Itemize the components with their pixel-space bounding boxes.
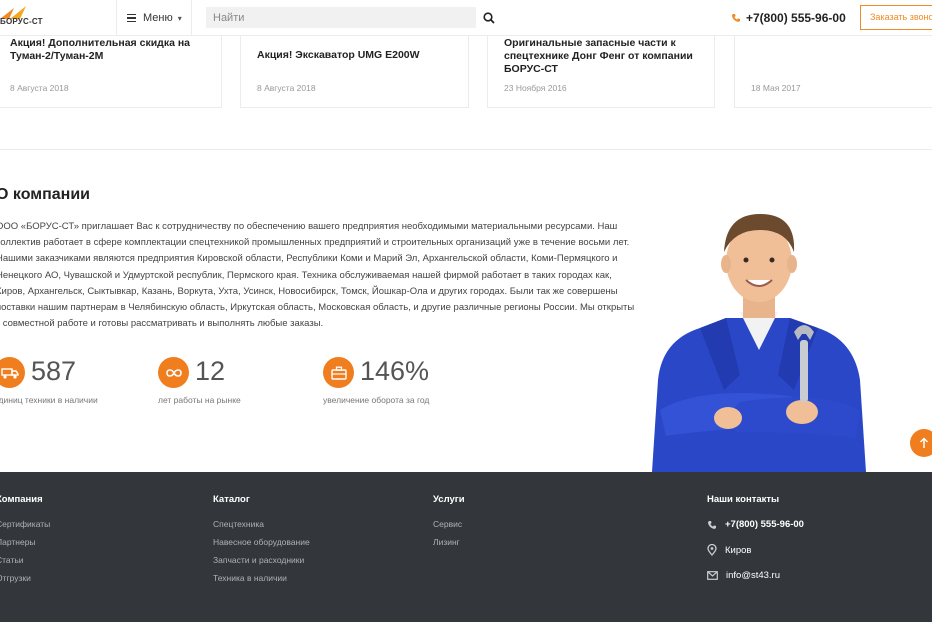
search-button[interactable] xyxy=(478,7,500,28)
stat-label: лет работы на рынке xyxy=(158,395,241,405)
news-date: 18 Мая 2017 xyxy=(751,83,801,93)
truck-icon xyxy=(0,357,25,388)
search-icon xyxy=(483,11,495,24)
burger-icon xyxy=(127,12,136,25)
news-title: Акция! Экскаватор UMG E200W xyxy=(257,49,420,61)
footer-link[interactable]: Спецтехника xyxy=(213,515,310,533)
footer-link[interactable]: Запчасти и расходники xyxy=(213,551,310,569)
search-input[interactable] xyxy=(206,7,476,28)
footer-email[interactable]: info@st43.ru xyxy=(707,570,804,581)
logo-text: БОРУС-СТ xyxy=(0,17,43,26)
footer-services: Услуги Сервис Лизинг xyxy=(433,494,465,551)
site-footer: Компания Сертификаты Партнеры Статьи Отг… xyxy=(0,472,932,622)
footer-city-text: Киров xyxy=(725,544,752,556)
footer-company: Компания Сертификаты Партнеры Статьи Отг… xyxy=(0,494,50,587)
phone-icon xyxy=(731,14,740,22)
news-list: Акция! Дополнительная скидка на Туман-2/… xyxy=(0,36,932,109)
about-title: О компании xyxy=(0,186,90,203)
news-card[interactable]: Акция! Экскаватор UMG E200W 8 Августа 20… xyxy=(240,36,469,108)
chevron-down-icon: ▾ xyxy=(177,13,182,23)
footer-link[interactable]: Статьи xyxy=(0,551,50,569)
location-pin-icon xyxy=(707,544,717,556)
news-title: Акция! Дополнительная скидка на Туман-2/… xyxy=(10,37,191,62)
news-card[interactable]: Оригинальные запасные части к спецтехник… xyxy=(487,36,715,108)
section-divider xyxy=(0,118,932,150)
footer-heading: Наши контакты xyxy=(707,494,780,505)
news-title: Оригинальные запасные части к спецтехник… xyxy=(504,37,693,75)
stat-value: 587 xyxy=(31,356,77,386)
about-text: ООО «БОРУС-СТ» приглашает Вас к сотрудни… xyxy=(0,221,635,330)
call-request-button[interactable]: Заказать звонок xyxy=(860,5,932,30)
briefcase-icon xyxy=(323,357,354,388)
footer-link[interactable]: Навесное оборудование xyxy=(213,533,310,551)
footer-heading: Услуги xyxy=(433,494,465,505)
arrow-up-icon xyxy=(919,437,929,448)
footer-phone[interactable]: +7(800) 555-96-00 xyxy=(707,519,804,530)
footer-heading: Каталог xyxy=(213,494,250,505)
header-phone[interactable]: +7(800) 555-96-00 xyxy=(731,11,846,25)
scroll-to-top-button[interactable] xyxy=(910,429,932,457)
footer-link[interactable]: Партнеры xyxy=(0,533,50,551)
news-date: 8 Августа 2018 xyxy=(10,83,69,93)
news-card[interactable]: Акция! Дополнительная скидка на Туман-2/… xyxy=(0,36,222,108)
worker-image xyxy=(652,214,866,472)
site-header: БОРУС-СТ Меню ▾ +7(800) 555-96-00 Заказа… xyxy=(0,0,932,36)
footer-phone-number: +7(800) 555-96-00 xyxy=(725,519,804,530)
news-date: 23 Ноября 2016 xyxy=(504,83,567,93)
menu-button[interactable]: Меню ▾ xyxy=(116,0,192,36)
infinity-icon xyxy=(158,357,189,388)
mail-icon xyxy=(707,571,718,580)
footer-link[interactable]: Техника в наличии xyxy=(213,569,310,587)
stat-value: 146% xyxy=(360,356,430,386)
footer-link[interactable]: Сервис xyxy=(433,515,465,533)
footer-link[interactable]: Сертификаты xyxy=(0,515,50,533)
footer-contacts: Наши контакты +7(800) 555-96-00 Киров in… xyxy=(707,494,804,595)
news-card[interactable]: 18 Мая 2017 xyxy=(734,36,932,108)
footer-link[interactable]: Лизинг xyxy=(433,533,465,551)
footer-catalog: Каталог Спецтехника Навесное оборудовани… xyxy=(213,494,310,587)
header-phone-number: +7(800) 555-96-00 xyxy=(746,11,846,25)
footer-link[interactable]: Отгрузки xyxy=(0,569,50,587)
phone-icon xyxy=(707,520,716,529)
footer-email-text: info@st43.ru xyxy=(726,570,781,581)
footer-city: Киров xyxy=(707,544,804,556)
stat-value: 12 xyxy=(195,356,226,386)
stat-label: увеличение оборота за год xyxy=(323,395,430,405)
stat-label: единиц техники в наличии xyxy=(0,395,98,405)
menu-label: Меню xyxy=(143,12,173,24)
news-date: 8 Августа 2018 xyxy=(257,83,316,93)
footer-heading: Компания xyxy=(0,494,43,505)
